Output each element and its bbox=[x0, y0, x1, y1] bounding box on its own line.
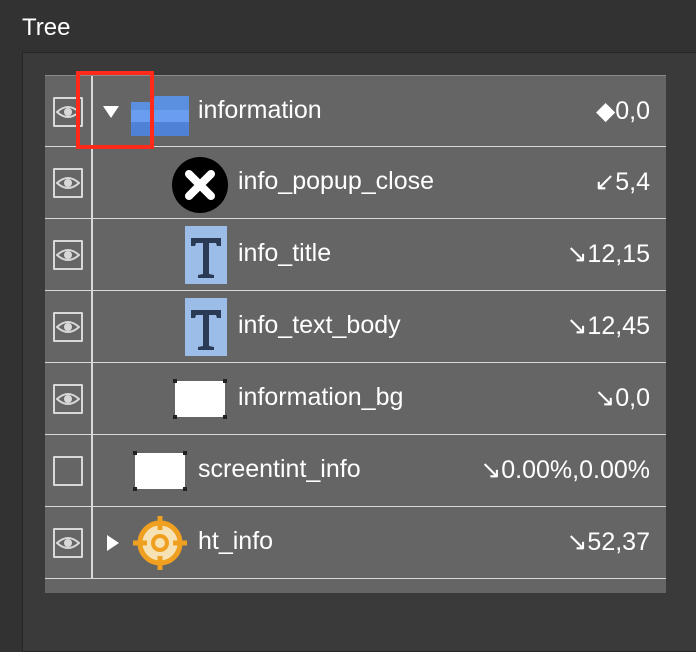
node-position: ↘12,15 bbox=[566, 240, 650, 268]
visibility-toggle[interactable] bbox=[53, 456, 83, 486]
panel-title: Tree bbox=[22, 14, 71, 41]
tree-row-info-popup-close[interactable]: info_popup_close ↙5,4 bbox=[45, 147, 666, 219]
node-position: ↘0,0 bbox=[594, 384, 650, 412]
expand-arrow-icon[interactable] bbox=[107, 535, 119, 551]
visibility-column bbox=[45, 291, 93, 362]
visibility-column bbox=[45, 507, 93, 578]
visibility-toggle[interactable] bbox=[53, 384, 83, 414]
node-position: ↘0.00%,0.00% bbox=[480, 456, 650, 484]
tree-row-info-text-body[interactable]: info_text_body ↘12,45 bbox=[45, 291, 666, 363]
node-label: info_text_body bbox=[238, 311, 401, 339]
node-position: ◆0,0 bbox=[596, 97, 650, 125]
node-label: information bbox=[198, 96, 322, 124]
node-position: ↘52,37 bbox=[566, 528, 650, 556]
visibility-column bbox=[45, 219, 93, 290]
highlight-annotation bbox=[76, 71, 154, 149]
tree-view[interactable]: information ◆0,0 info_popup_close ↙5,4 i… bbox=[45, 75, 666, 646]
text-icon bbox=[185, 226, 227, 284]
node-position: ↙5,4 bbox=[594, 168, 650, 196]
image-rect-icon bbox=[173, 379, 227, 419]
node-label: screentint_info bbox=[198, 455, 361, 483]
visibility-toggle[interactable] bbox=[53, 312, 83, 342]
visibility-column bbox=[45, 435, 93, 506]
node-label: ht_info bbox=[198, 527, 274, 555]
tree-row-information-bg[interactable]: information_bg ↘0,0 bbox=[45, 363, 666, 435]
tree-empty-area bbox=[45, 579, 666, 593]
node-label: info_popup_close bbox=[238, 167, 434, 195]
tree-row-info-title[interactable]: info_title ↘12,15 bbox=[45, 219, 666, 291]
visibility-column bbox=[45, 147, 93, 218]
eye-icon bbox=[56, 537, 80, 549]
close-circle-icon bbox=[172, 157, 228, 213]
eye-icon bbox=[56, 393, 80, 405]
visibility-toggle[interactable] bbox=[53, 528, 83, 558]
image-rect-icon bbox=[133, 451, 187, 491]
tree-rows: information ◆0,0 info_popup_close ↙5,4 i… bbox=[45, 75, 666, 579]
eye-icon bbox=[56, 177, 80, 189]
node-label: info_title bbox=[238, 239, 332, 267]
visibility-toggle[interactable] bbox=[53, 168, 83, 198]
text-icon bbox=[185, 298, 227, 356]
eye-icon bbox=[56, 249, 80, 261]
eye-icon bbox=[56, 321, 80, 333]
node-position: ↘12,45 bbox=[566, 312, 650, 340]
tree-row-screentint-info[interactable]: screentint_info ↘0.00%,0.00% bbox=[45, 435, 666, 507]
visibility-column bbox=[45, 363, 93, 434]
hotspot-target-icon bbox=[133, 516, 187, 570]
tree-row-ht-info[interactable]: ht_info ↘52,37 bbox=[45, 507, 666, 579]
node-label: information_bg bbox=[238, 383, 404, 411]
visibility-toggle[interactable] bbox=[53, 240, 83, 270]
